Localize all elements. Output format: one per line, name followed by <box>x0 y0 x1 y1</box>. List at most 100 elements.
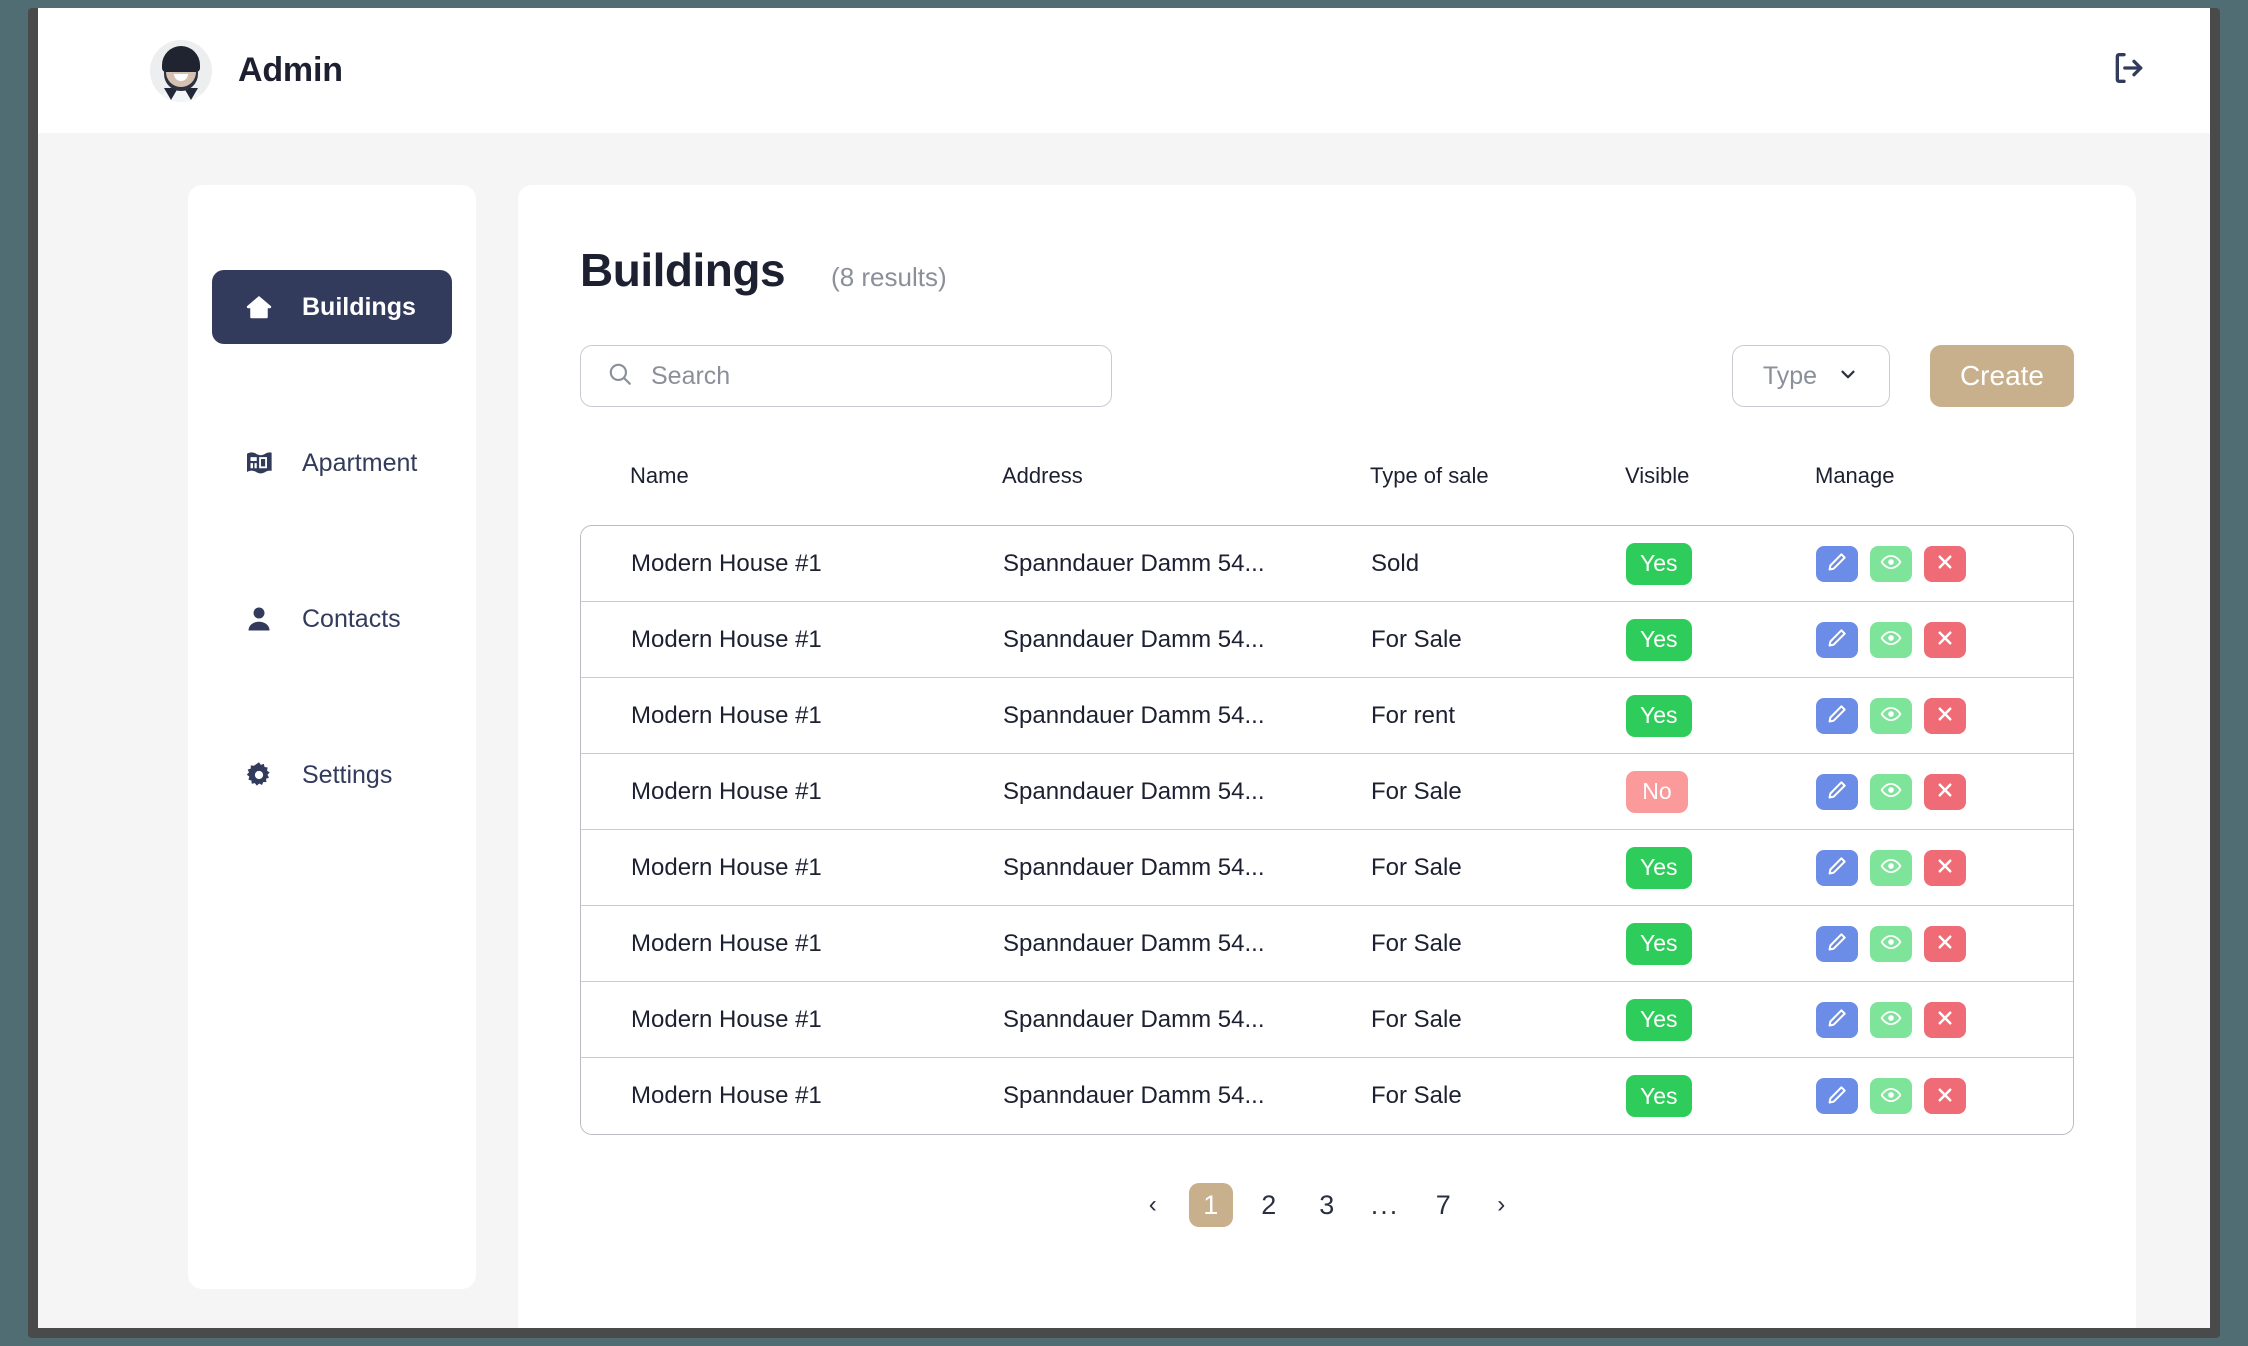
pagination-page-2[interactable]: 2 <box>1247 1183 1291 1227</box>
column-header-type: Type of sale <box>1370 463 1489 488</box>
top-bar: Admin <box>38 8 2210 133</box>
status-badge: Yes <box>1626 618 1692 661</box>
cell-address: Spanndauer Damm 54... <box>1003 549 1265 577</box>
edit-row-button[interactable] <box>1816 925 1858 962</box>
table-row[interactable]: Modern House #1 Spanndauer Damm 54... For … <box>581 754 2073 830</box>
view-row-button[interactable] <box>1870 773 1912 810</box>
table-row[interactable]: Modern House #1 Spanndauer Damm 54... For … <box>581 1058 2073 1134</box>
row-actions <box>1816 773 2016 810</box>
chevron-left-icon: ‹ <box>1148 1191 1157 1218</box>
user-profile[interactable]: Admin <box>150 39 343 102</box>
delete-row-button[interactable] <box>1924 849 1966 886</box>
home-icon <box>242 290 276 324</box>
table-row[interactable]: Modern House #1 Spanndauer Damm 54... For … <box>581 830 2073 906</box>
edit-row-button[interactable] <box>1816 697 1858 734</box>
cell-manage <box>1816 925 2016 962</box>
pagination: ‹ 1 2 3... 7 › <box>580 1183 2074 1227</box>
cell-address: Spanndauer Damm 54... <box>1003 625 1265 653</box>
sidebar-item-label: Apartment <box>302 448 418 477</box>
cell-visible: Yes <box>1626 542 1816 585</box>
eye-icon <box>1880 703 1902 728</box>
pencil-icon <box>1826 931 1848 956</box>
cell-name: Modern House #1 <box>631 549 822 577</box>
sidebar-item-label: Buildings <box>302 292 416 321</box>
row-actions <box>1816 545 2016 582</box>
type-filter-label: Type <box>1762 361 1818 390</box>
table-row[interactable]: Modern House #1 Spanndauer Damm 54... For … <box>581 678 2073 754</box>
column-header-name: Name <box>630 463 689 488</box>
search-input[interactable]: Search <box>580 345 1112 407</box>
cell-address: Spanndauer Damm 54... <box>1003 929 1265 957</box>
table-body: Modern House #1 Spanndauer Damm 54... Sold… <box>580 525 2074 1135</box>
view-row-button[interactable] <box>1870 1078 1912 1114</box>
sidebar-item-buildings[interactable]: Buildings <box>212 270 452 344</box>
pagination-page-7[interactable]: 7 <box>1421 1183 1465 1227</box>
view-row-button[interactable] <box>1870 545 1912 582</box>
pencil-icon <box>1826 703 1848 728</box>
row-actions <box>1816 925 2016 962</box>
close-x-icon <box>1934 703 1956 728</box>
delete-row-button[interactable] <box>1924 697 1966 734</box>
column-header-visible: Visible <box>1625 463 1690 488</box>
sidebar-item-contacts[interactable]: Contacts <box>212 582 452 656</box>
edit-row-button[interactable] <box>1816 773 1858 810</box>
person-icon <box>242 602 276 636</box>
create-button[interactable]: Create <box>1929 345 2074 407</box>
cell-type-of-sale: For Sale <box>1371 929 1462 957</box>
pagination-page-3[interactable]: 3 <box>1305 1183 1349 1227</box>
cell-type-of-sale: For rent <box>1371 701 1456 729</box>
pencil-icon <box>1826 627 1848 652</box>
pagination-prev-button[interactable]: ‹ <box>1131 1183 1175 1227</box>
delete-row-button[interactable] <box>1924 621 1966 658</box>
cell-manage <box>1816 621 2016 658</box>
cell-manage <box>1816 849 2016 886</box>
cell-visible: Yes <box>1626 1075 1816 1117</box>
controls-right-group: Type Create <box>1731 345 2074 407</box>
pencil-icon <box>1826 551 1848 576</box>
cell-name: Modern House #1 <box>631 853 822 881</box>
sidebar-item-apartment[interactable]: Apartment <box>212 426 452 500</box>
delete-row-button[interactable] <box>1924 545 1966 582</box>
blueprint-icon <box>242 446 276 480</box>
cell-visible: No <box>1626 770 1816 813</box>
edit-row-button[interactable] <box>1816 545 1858 582</box>
table-row[interactable]: Modern House #1 Spanndauer Damm 54... Sold… <box>581 526 2073 602</box>
pagination-next-button[interactable]: › <box>1479 1183 1523 1227</box>
sidebar-item-settings[interactable]: Settings <box>212 738 452 812</box>
table-row[interactable]: Modern House #1 Spanndauer Damm 54... For … <box>581 602 2073 678</box>
avatar <box>150 39 212 102</box>
cell-manage <box>1816 697 2016 734</box>
search-placeholder: Search <box>651 361 731 390</box>
row-actions <box>1816 849 2016 886</box>
edit-row-button[interactable] <box>1816 1078 1858 1114</box>
delete-row-button[interactable] <box>1924 1001 1966 1038</box>
edit-row-button[interactable] <box>1816 849 1858 886</box>
row-actions <box>1816 1001 2016 1038</box>
view-row-button[interactable] <box>1870 697 1912 734</box>
status-badge: Yes <box>1626 922 1692 965</box>
view-row-button[interactable] <box>1870 925 1912 962</box>
table-row[interactable]: Modern House #1 Spanndauer Damm 54... For … <box>581 982 2073 1058</box>
edit-row-button[interactable] <box>1816 1001 1858 1038</box>
column-header-address: Address <box>1002 463 1083 488</box>
cell-manage <box>1816 1001 2016 1038</box>
delete-row-button[interactable] <box>1924 1078 1966 1114</box>
pencil-icon <box>1826 855 1848 880</box>
close-x-icon <box>1934 1084 1956 1109</box>
chevron-down-icon <box>1837 363 1859 390</box>
table-row[interactable]: Modern House #1 Spanndauer Damm 54... For … <box>581 906 2073 982</box>
logout-button[interactable] <box>2106 48 2152 94</box>
table-header-row: Name Address Type of sale Visible Manage <box>580 453 2074 499</box>
pagination-page-1[interactable]: 1 <box>1188 1183 1233 1227</box>
close-x-icon <box>1934 1007 1956 1032</box>
view-row-button[interactable] <box>1870 1001 1912 1038</box>
delete-row-button[interactable] <box>1924 925 1966 962</box>
eye-icon <box>1880 931 1902 956</box>
edit-row-button[interactable] <box>1816 621 1858 658</box>
sidebar-item-label: Contacts <box>302 604 401 633</box>
type-filter-select[interactable]: Type <box>1731 345 1890 407</box>
view-row-button[interactable] <box>1870 621 1912 658</box>
delete-row-button[interactable] <box>1924 773 1966 810</box>
gear-icon <box>242 758 276 792</box>
view-row-button[interactable] <box>1870 849 1912 886</box>
